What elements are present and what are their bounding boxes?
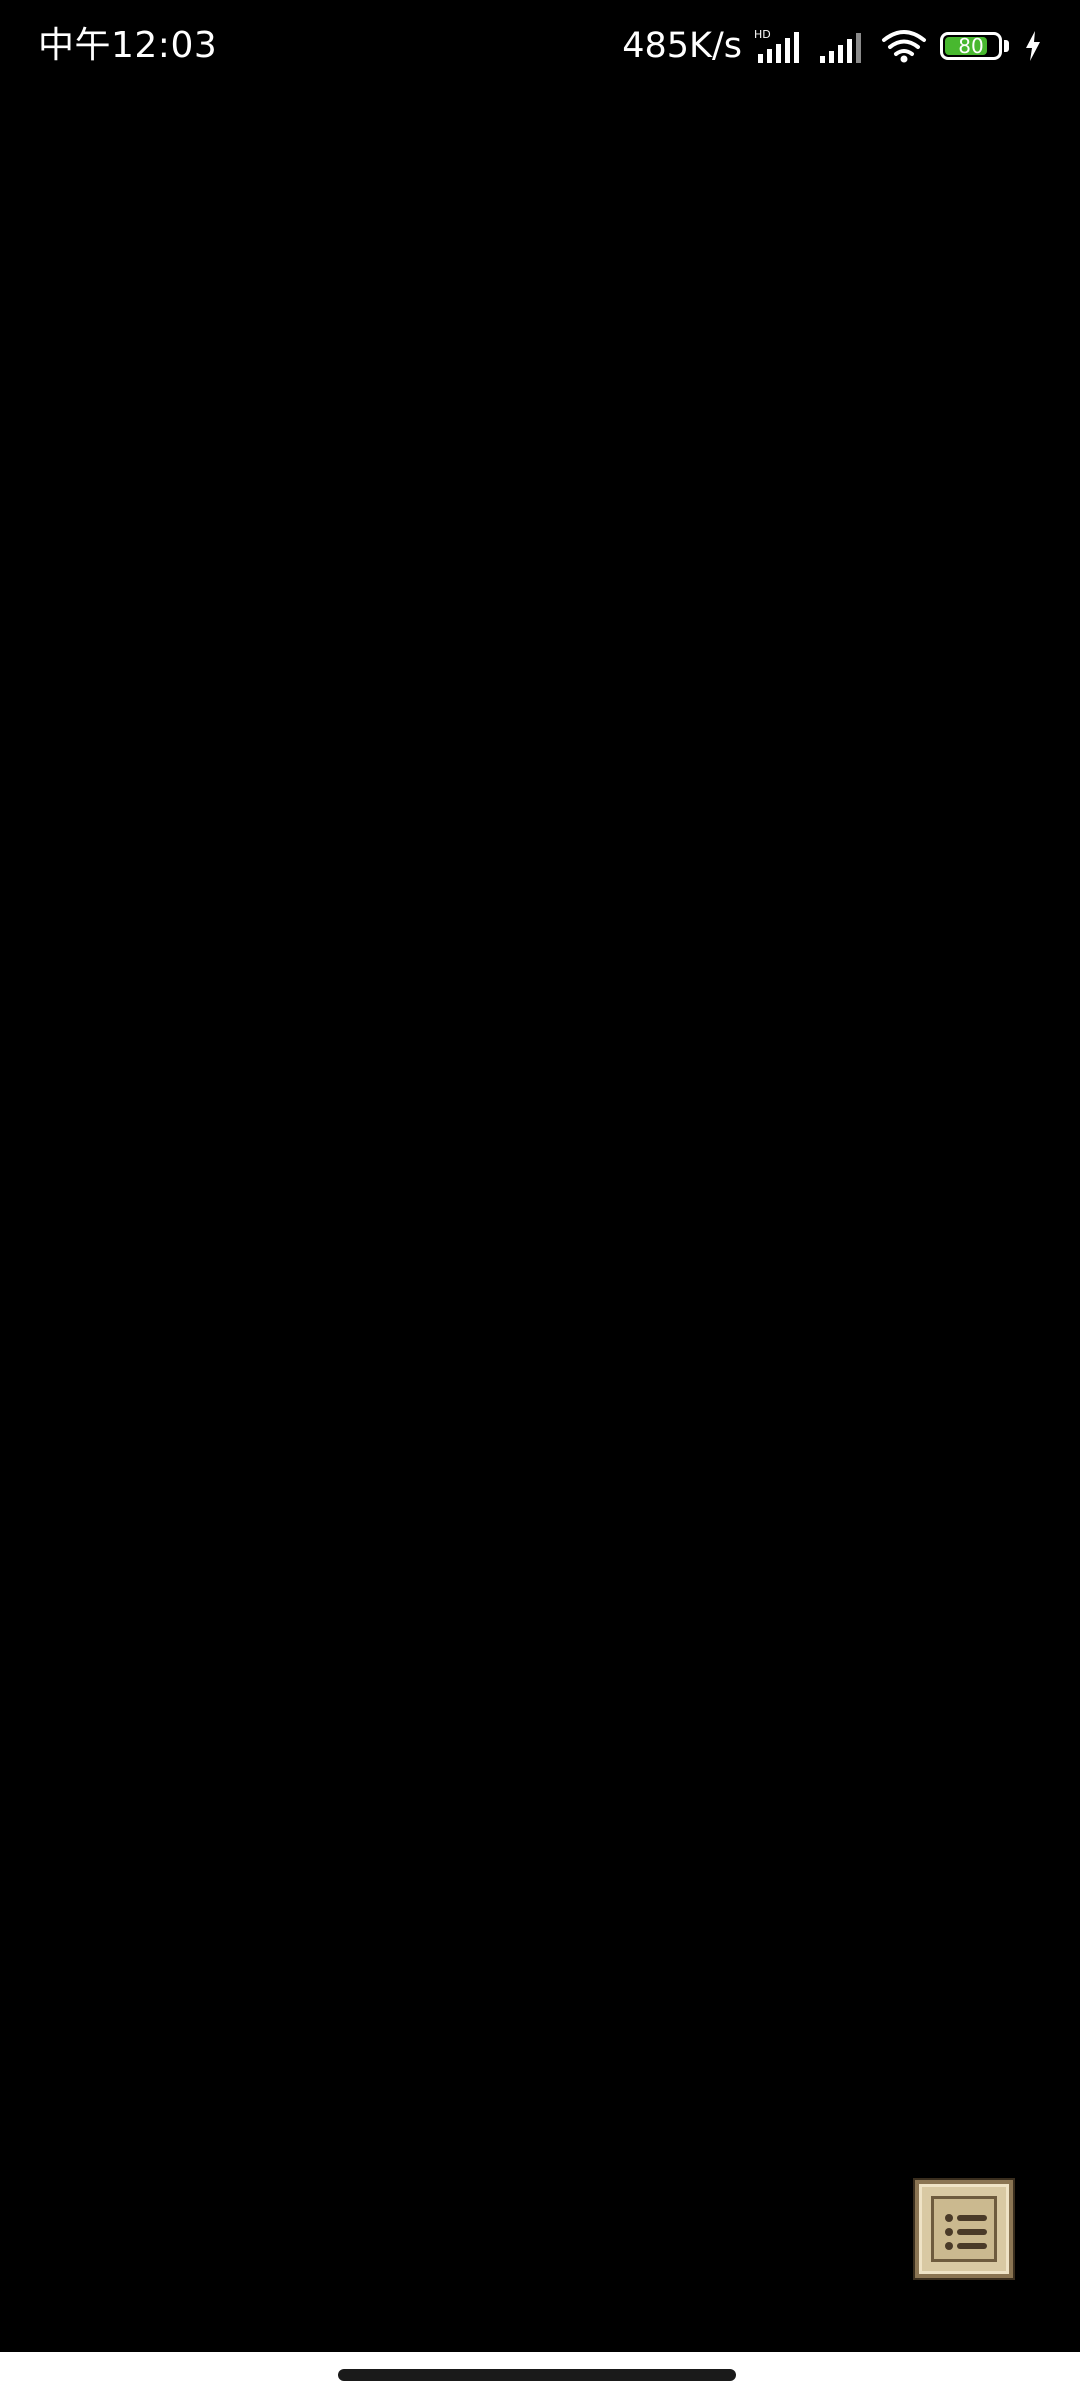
status-time: 中午12:03	[38, 25, 218, 66]
status-bar: 中午12:03 485K/s HD 80	[0, 0, 1080, 92]
signal-icon	[820, 33, 861, 63]
battery-body: 80	[940, 32, 1002, 60]
wifi-icon	[882, 30, 926, 63]
status-indicators: 485K/s HD 80	[622, 22, 1042, 70]
list-menu-icon	[945, 2214, 987, 2250]
main-content-area	[0, 92, 1080, 2352]
home-indicator[interactable]	[338, 2369, 736, 2381]
app-screen: 中午12:03 485K/s HD 80	[0, 0, 1080, 2400]
menu-button[interactable]	[915, 2180, 1013, 2278]
battery-icon: 80	[940, 30, 1012, 62]
hd-badge: HD	[754, 28, 771, 41]
navigation-bar	[0, 2352, 1080, 2400]
charging-bolt-icon	[1026, 31, 1040, 61]
menu-button-face	[931, 2196, 997, 2262]
network-speed: 485K/s	[622, 26, 742, 66]
battery-cap	[1004, 40, 1009, 52]
battery-level: 80	[958, 34, 984, 58]
signal-hd-icon: HD	[754, 28, 799, 63]
